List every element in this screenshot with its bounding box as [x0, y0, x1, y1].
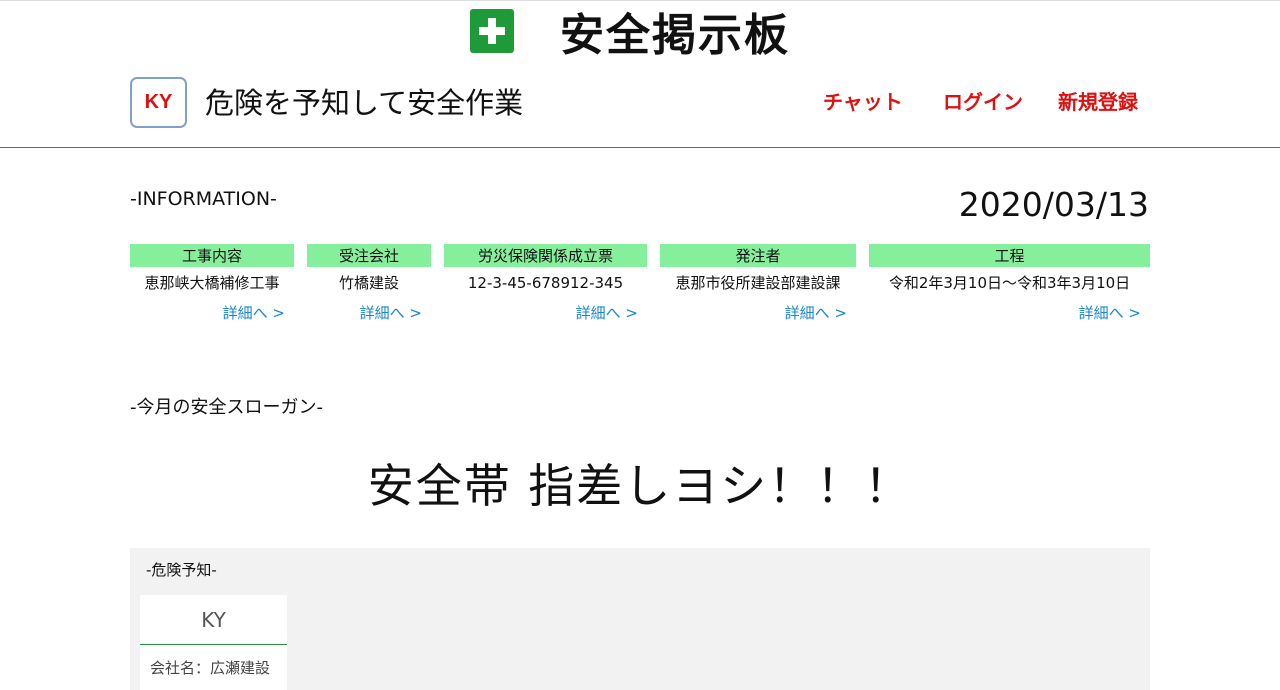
ky-card-company: 会社名：広瀬建設 — [150, 659, 271, 677]
detail-link[interactable]: 詳細へ > — [869, 302, 1150, 323]
info-column-insurance: 労災保険関係成立票 12-3-45-678912-345 詳細へ > — [444, 244, 647, 323]
info-column-schedule: 工程 令和2年3月10日〜令和3年3月10日 詳細へ > — [869, 244, 1150, 323]
detail-link[interactable]: 詳細へ > — [444, 302, 647, 323]
danger-prediction-heading: -危険予知- — [146, 561, 217, 579]
info-column-header: 発注者 — [660, 244, 856, 267]
info-column-value: 恵那峡大橋補修工事 — [144, 274, 280, 292]
info-column-value: 令和2年3月10日〜令和3年3月10日 — [888, 274, 1131, 292]
ky-card[interactable]: KY 会社名：広瀬建設 — [140, 595, 287, 690]
tagline: 危険を予知して安全作業 — [205, 86, 524, 120]
slogan-heading: -今月の安全スローガン- — [130, 397, 323, 418]
site-title: 安全掲示板 — [470, 4, 790, 61]
info-column-construction: 工事内容 恵那峡大橋補修工事 詳細へ > — [130, 244, 294, 323]
nav-chat-link[interactable]: チャット — [823, 86, 903, 115]
info-column-header: 工事内容 — [130, 244, 294, 267]
ky-card-title: KY — [140, 595, 287, 645]
info-column-header: 工程 — [869, 244, 1150, 267]
header-divider — [0, 147, 1280, 148]
detail-link[interactable]: 詳細へ > — [130, 302, 294, 323]
info-column-client: 発注者 恵那市役所建設部建設課 詳細へ > — [660, 244, 856, 323]
info-column-value: 恵那市役所建設部建設課 — [675, 274, 841, 292]
slogan-text: 安全帯 指差しヨシ！！！ — [367, 459, 913, 513]
info-column-header: 受注会社 — [307, 244, 431, 267]
green-cross-icon — [470, 9, 514, 53]
ky-logo[interactable]: KY — [130, 77, 187, 128]
date-display: 2020/03/13 — [958, 185, 1149, 224]
nav-login-link[interactable]: ログイン — [943, 86, 1023, 115]
detail-link[interactable]: 詳細へ > — [307, 302, 431, 323]
info-column-value: 竹橋建設 — [338, 274, 399, 292]
info-column-value: 12-3-45-678912-345 — [467, 274, 624, 292]
info-column-contractor: 受注会社 竹橋建設 詳細へ > — [307, 244, 431, 323]
nav-register-link[interactable]: 新規登録 — [1058, 86, 1138, 115]
danger-prediction-panel: -危険予知- KY 会社名：広瀬建設 — [130, 548, 1150, 690]
site-title-text: 安全掲示板 — [560, 10, 790, 61]
information-heading: -INFORMATION- — [130, 188, 277, 210]
info-column-header: 労災保険関係成立票 — [444, 244, 647, 267]
detail-link[interactable]: 詳細へ > — [660, 302, 856, 323]
